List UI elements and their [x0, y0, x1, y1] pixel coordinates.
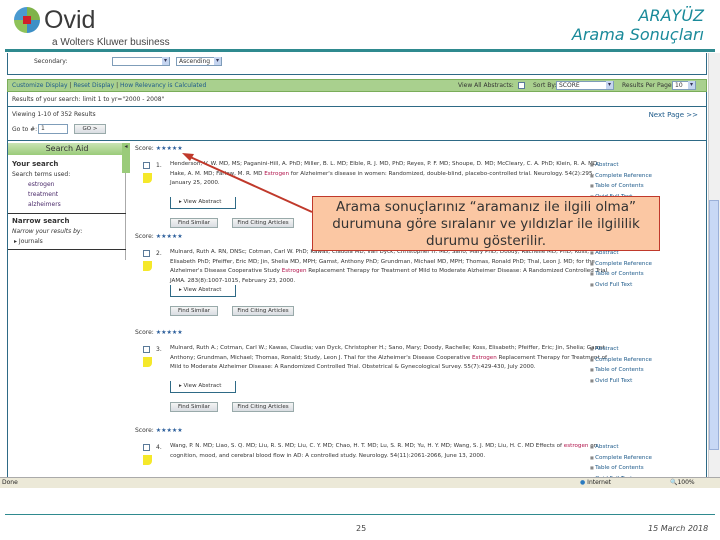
footer-divider	[5, 514, 715, 515]
footer-date: 15 March 2018	[648, 524, 709, 533]
annotation-arrow	[182, 153, 313, 213]
arrow-line	[187, 155, 313, 213]
arrow-head	[182, 153, 194, 161]
annotation-callout: Arama sonuçlarınız “aramanız ile ilgili …	[312, 196, 660, 251]
page-number: 25	[356, 524, 367, 533]
